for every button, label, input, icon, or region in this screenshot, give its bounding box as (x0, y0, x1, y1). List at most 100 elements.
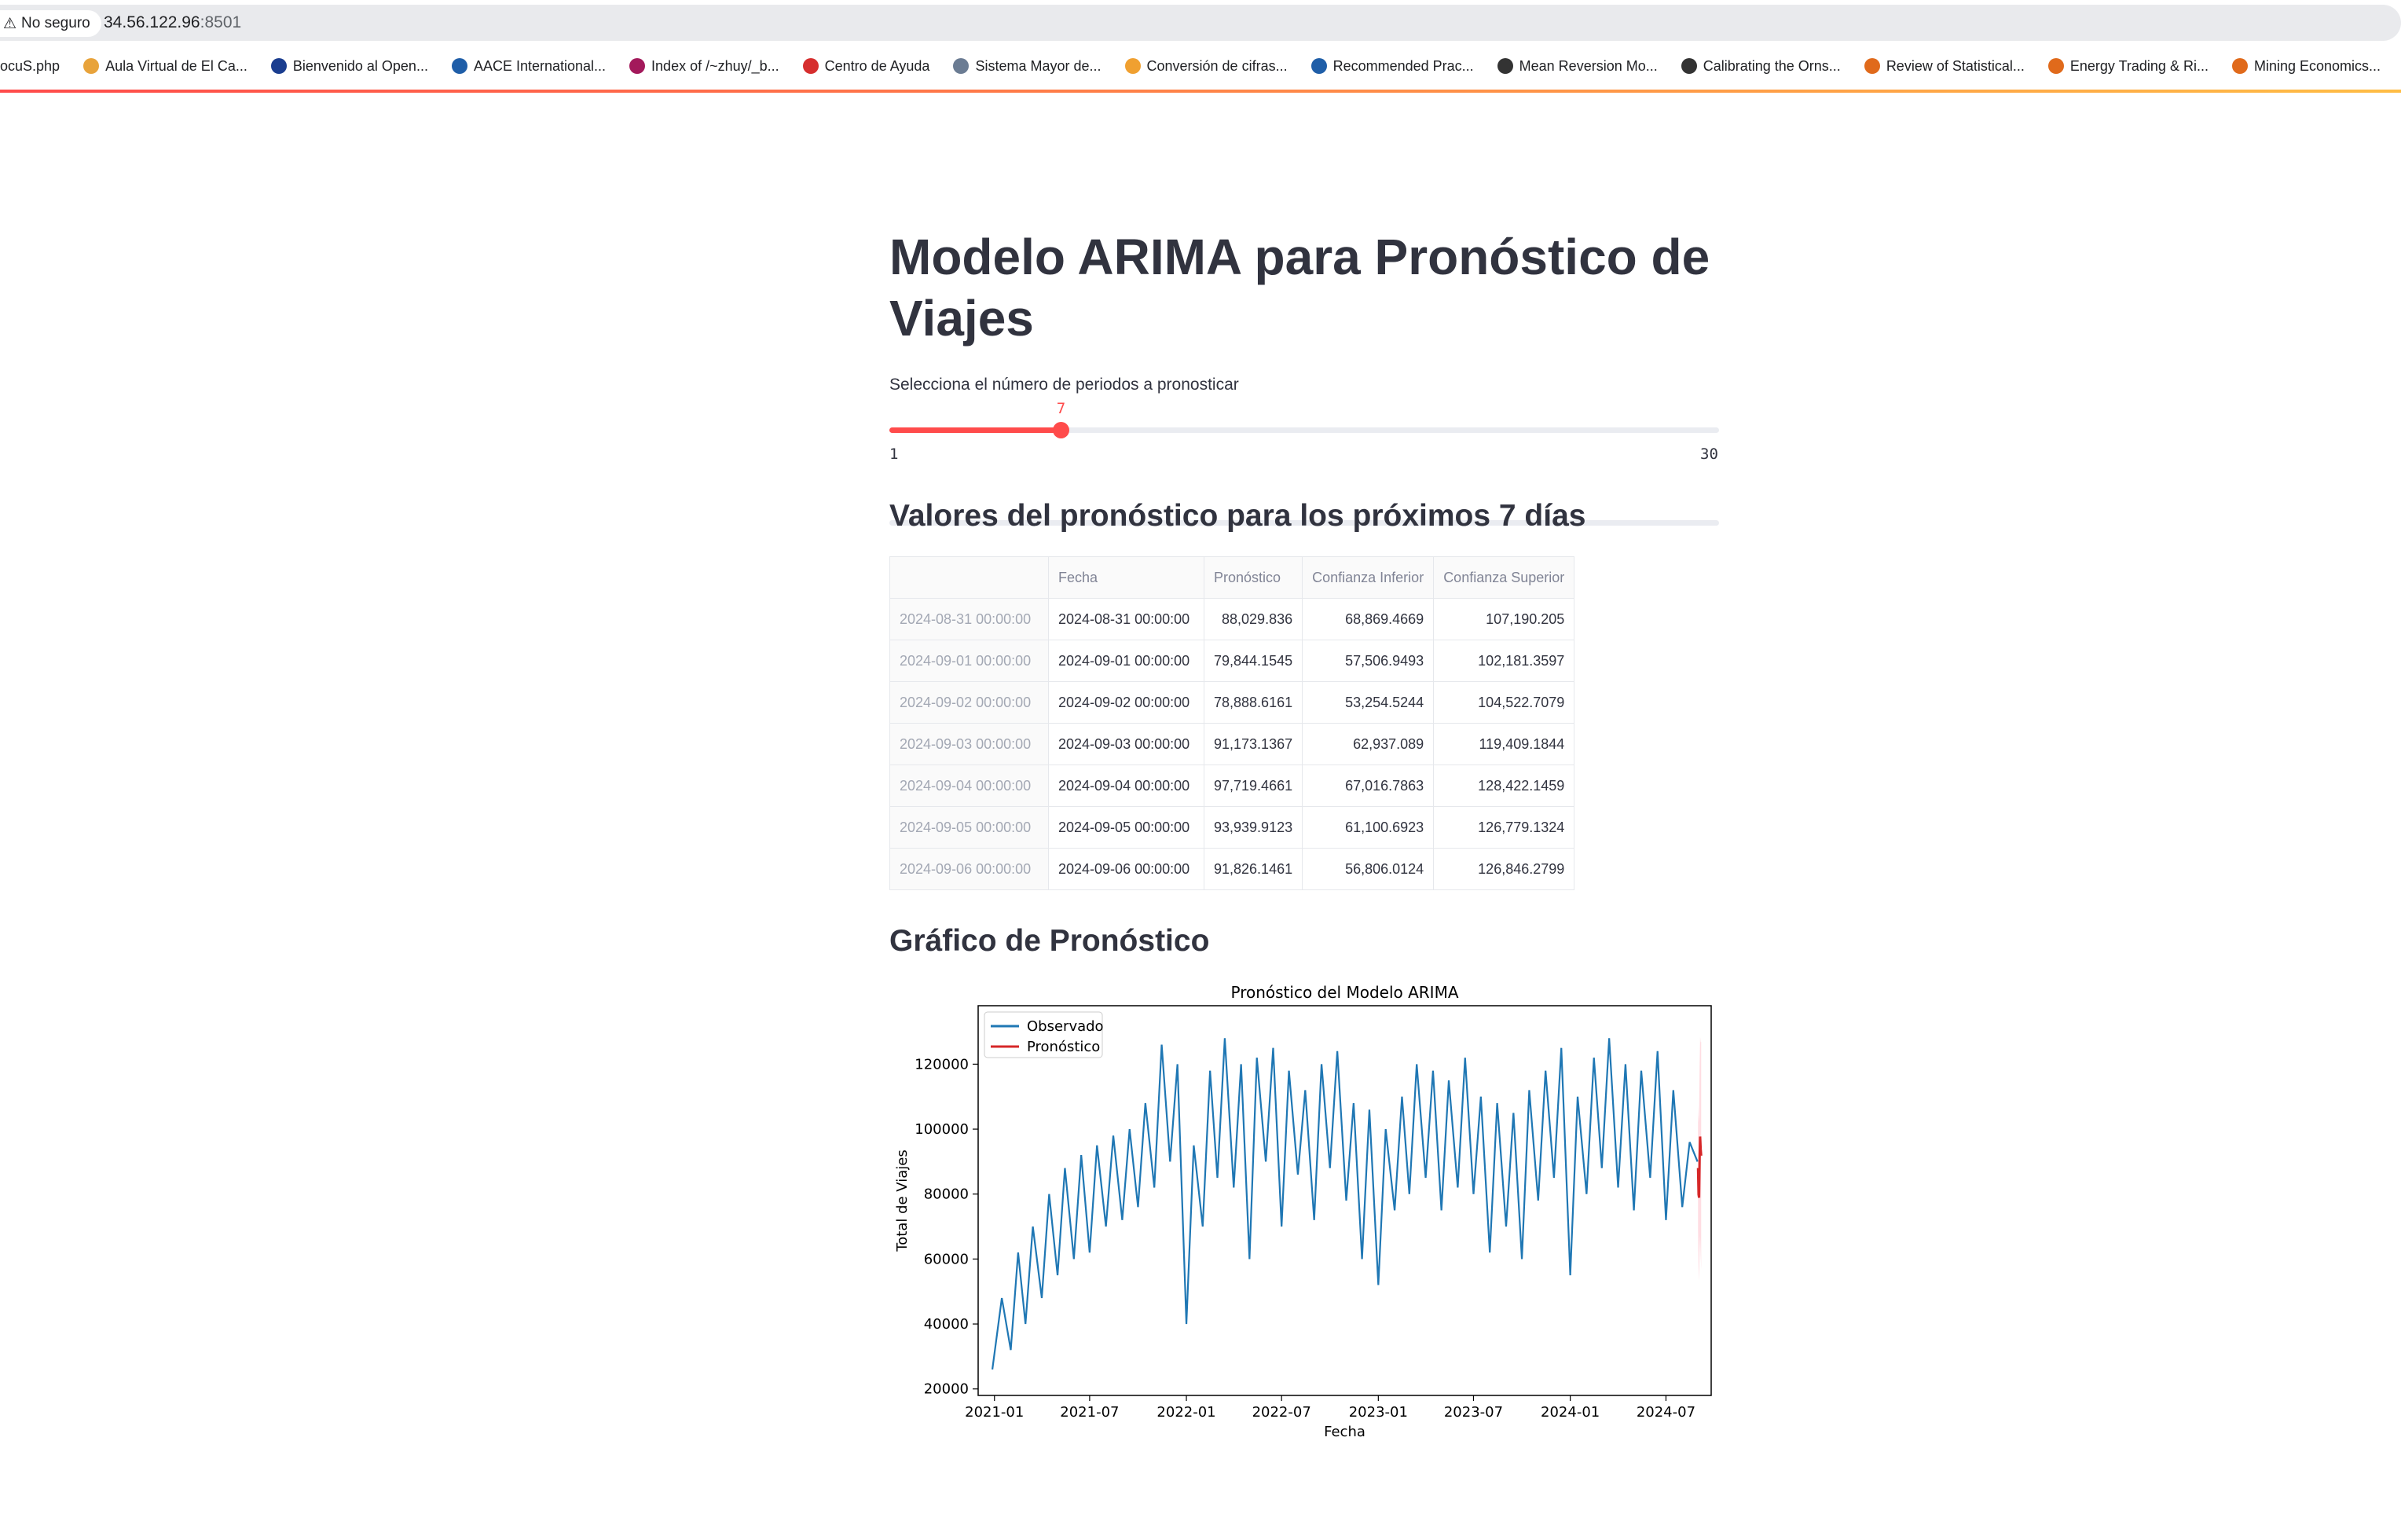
row-index-cell[interactable]: 2024-09-06 00:00:00 (890, 849, 1049, 890)
slider-label: Selecciona el número de periodos a prono… (889, 376, 1239, 394)
table-row[interactable]: 2024-09-05 00:00:002024-09-05 00:00:0093… (890, 807, 1574, 849)
bookmark-favicon-icon (1497, 58, 1513, 74)
x-tick-label: 2021-01 (965, 1404, 1024, 1421)
bookmark-label: Aula Virtual de El Ca... (105, 58, 247, 75)
security-indicator[interactable]: ⚠ No seguro (0, 10, 101, 37)
table-cell[interactable]: 2024-09-01 00:00:00 (1049, 640, 1204, 682)
x-tick-label: 2022-01 (1157, 1404, 1215, 1421)
x-tick-label: 2021-07 (1060, 1404, 1119, 1421)
bookmark-label: Conversión de cifras... (1147, 58, 1288, 75)
table-cell[interactable]: 128,422.1459 (1434, 765, 1574, 807)
table-header-row: FechaPronósticoConfianza InferiorConfian… (890, 557, 1574, 599)
table-row[interactable]: 2024-09-02 00:00:002024-09-02 00:00:0078… (890, 682, 1574, 724)
table-cell[interactable]: 126,846.2799 (1434, 849, 1574, 890)
x-axis-label: Fecha (1324, 1424, 1365, 1440)
table-cell[interactable]: 91,173.1367 (1204, 724, 1303, 765)
table-cell[interactable]: 102,181.3597 (1434, 640, 1574, 682)
url-text[interactable]: 34.56.122.96:8501 (104, 13, 241, 32)
bookmark-item[interactable]: Sistema Mayor de... (953, 58, 1101, 75)
table-cell[interactable]: 104,522.7079 (1434, 682, 1574, 724)
address-bar: ⚠ No seguro 34.56.122.96:8501 (0, 0, 2401, 46)
bookmark-favicon-icon (83, 58, 99, 74)
bookmark-item[interactable]: Energy Trading & Ri... (2048, 58, 2209, 75)
table-cell[interactable]: 68,869.4669 (1303, 599, 1434, 640)
table-row[interactable]: 2024-08-31 00:00:002024-08-31 00:00:0088… (890, 599, 1574, 640)
slider-fill (889, 427, 1061, 433)
column-header[interactable]: Confianza Superior (1434, 557, 1574, 599)
slider-max-label: 30 (1700, 446, 1718, 463)
table-cell[interactable]: 2024-09-05 00:00:00 (1049, 807, 1204, 849)
column-header[interactable]: Fecha (1049, 557, 1204, 599)
warning-icon: ⚠ (3, 15, 16, 33)
table-cell[interactable]: 61,100.6923 (1303, 807, 1434, 849)
bookmark-item[interactable]: Conversión de cifras... (1125, 58, 1288, 75)
table-cell[interactable]: 2024-09-06 00:00:00 (1049, 849, 1204, 890)
table-cell[interactable]: 56,806.0124 (1303, 849, 1434, 890)
bookmark-item[interactable]: Index of /~zhuy/_b... (629, 58, 779, 75)
table-cell[interactable]: 97,719.4661 (1204, 765, 1303, 807)
legend-label: Observado (1027, 1018, 1104, 1035)
column-header[interactable] (890, 557, 1049, 599)
bookmark-favicon-icon (2048, 58, 2064, 74)
table-cell[interactable]: 126,779.1324 (1434, 807, 1574, 849)
bookmark-item[interactable]: Aula Virtual de El Ca... (83, 58, 247, 75)
table-cell[interactable]: 53,254.5244 (1303, 682, 1434, 724)
bookmark-item[interactable]: Calibrating the Orns... (1681, 58, 1841, 75)
bookmark-item[interactable]: Mean Reversion Mo... (1497, 58, 1658, 75)
x-tick-label: 2022-07 (1252, 1404, 1311, 1421)
table-cell[interactable]: 119,409.1844 (1434, 724, 1574, 765)
bookmark-label: Mean Reversion Mo... (1519, 58, 1658, 75)
table-cell[interactable]: 79,844.1545 (1204, 640, 1303, 682)
url-field[interactable] (0, 5, 2401, 41)
table-cell[interactable]: 2024-08-31 00:00:00 (1049, 599, 1204, 640)
table-cell[interactable]: 2024-09-03 00:00:00 (1049, 724, 1204, 765)
table-cell[interactable]: 57,506.9493 (1303, 640, 1434, 682)
y-tick-label: 60000 (924, 1251, 969, 1267)
bookmark-item[interactable]: Mining Economics... (2232, 58, 2381, 75)
table-heading: Valores del pronóstico para los próximos… (889, 499, 1585, 534)
table-cell[interactable]: 91,826.1461 (1204, 849, 1303, 890)
bookmark-favicon-icon (803, 58, 819, 74)
bookmark-favicon-icon (1125, 58, 1141, 74)
slider-min-label: 1 (889, 446, 898, 463)
bookmark-item[interactable]: Recommended Prac... (1311, 58, 1474, 75)
bookmark-item[interactable]: AACE International... (452, 58, 606, 75)
row-index-cell[interactable]: 2024-09-03 00:00:00 (890, 724, 1049, 765)
table-cell[interactable]: 2024-09-02 00:00:00 (1049, 682, 1204, 724)
table-cell[interactable]: 88,029.836 (1204, 599, 1303, 640)
bookmark-item[interactable]: Bienvenido al Open... (271, 58, 428, 75)
table-cell[interactable]: 93,939.9123 (1204, 807, 1303, 849)
table-cell[interactable]: 67,016.7863 (1303, 765, 1434, 807)
table-cell[interactable]: 2024-09-04 00:00:00 (1049, 765, 1204, 807)
series-line-observado (992, 1038, 1698, 1370)
row-index-cell[interactable]: 2024-09-02 00:00:00 (890, 682, 1049, 724)
y-tick-label: 20000 (924, 1381, 969, 1398)
forecast-chart-svg: Pronóstico del Modelo ARIMA2000040000600… (889, 981, 1722, 1447)
table-cell[interactable]: 62,937.089 (1303, 724, 1434, 765)
table-row[interactable]: 2024-09-06 00:00:002024-09-06 00:00:0091… (890, 849, 1574, 890)
loading-progress-bar (0, 90, 2401, 93)
table-row[interactable]: 2024-09-01 00:00:002024-09-01 00:00:0079… (890, 640, 1574, 682)
slider-thumb[interactable] (1053, 422, 1069, 438)
bookmark-label: Energy Trading & Ri... (2070, 58, 2209, 75)
table-row[interactable]: 2024-09-03 00:00:002024-09-03 00:00:0091… (890, 724, 1574, 765)
table-cell[interactable]: 107,190.205 (1434, 599, 1574, 640)
bookmark-item[interactable]: Review of Statistical... (1864, 58, 2025, 75)
column-header[interactable]: Confianza Inferior (1303, 557, 1434, 599)
row-index-cell[interactable]: 2024-08-31 00:00:00 (890, 599, 1049, 640)
bookmark-favicon-icon (452, 58, 467, 74)
bookmark-label: Bienvenido al Open... (293, 58, 428, 75)
table-cell[interactable]: 78,888.6161 (1204, 682, 1303, 724)
row-index-cell[interactable]: 2024-09-01 00:00:00 (890, 640, 1049, 682)
row-index-cell[interactable]: 2024-09-05 00:00:00 (890, 807, 1049, 849)
bookmark-favicon-icon (1681, 58, 1697, 74)
forecast-table[interactable]: FechaPronósticoConfianza InferiorConfian… (889, 556, 1574, 890)
chart-heading: Gráfico de Pronóstico (889, 924, 1209, 959)
bookmark-item[interactable]: ocuS.php (0, 58, 60, 75)
row-index-cell[interactable]: 2024-09-04 00:00:00 (890, 765, 1049, 807)
bookmark-item[interactable]: Centro de Ayuda (803, 58, 930, 75)
plot-frame (978, 1006, 1711, 1395)
table-row[interactable]: 2024-09-04 00:00:002024-09-04 00:00:0097… (890, 765, 1574, 807)
column-header[interactable]: Pronóstico (1204, 557, 1303, 599)
bookmark-label: Sistema Mayor de... (975, 58, 1101, 75)
